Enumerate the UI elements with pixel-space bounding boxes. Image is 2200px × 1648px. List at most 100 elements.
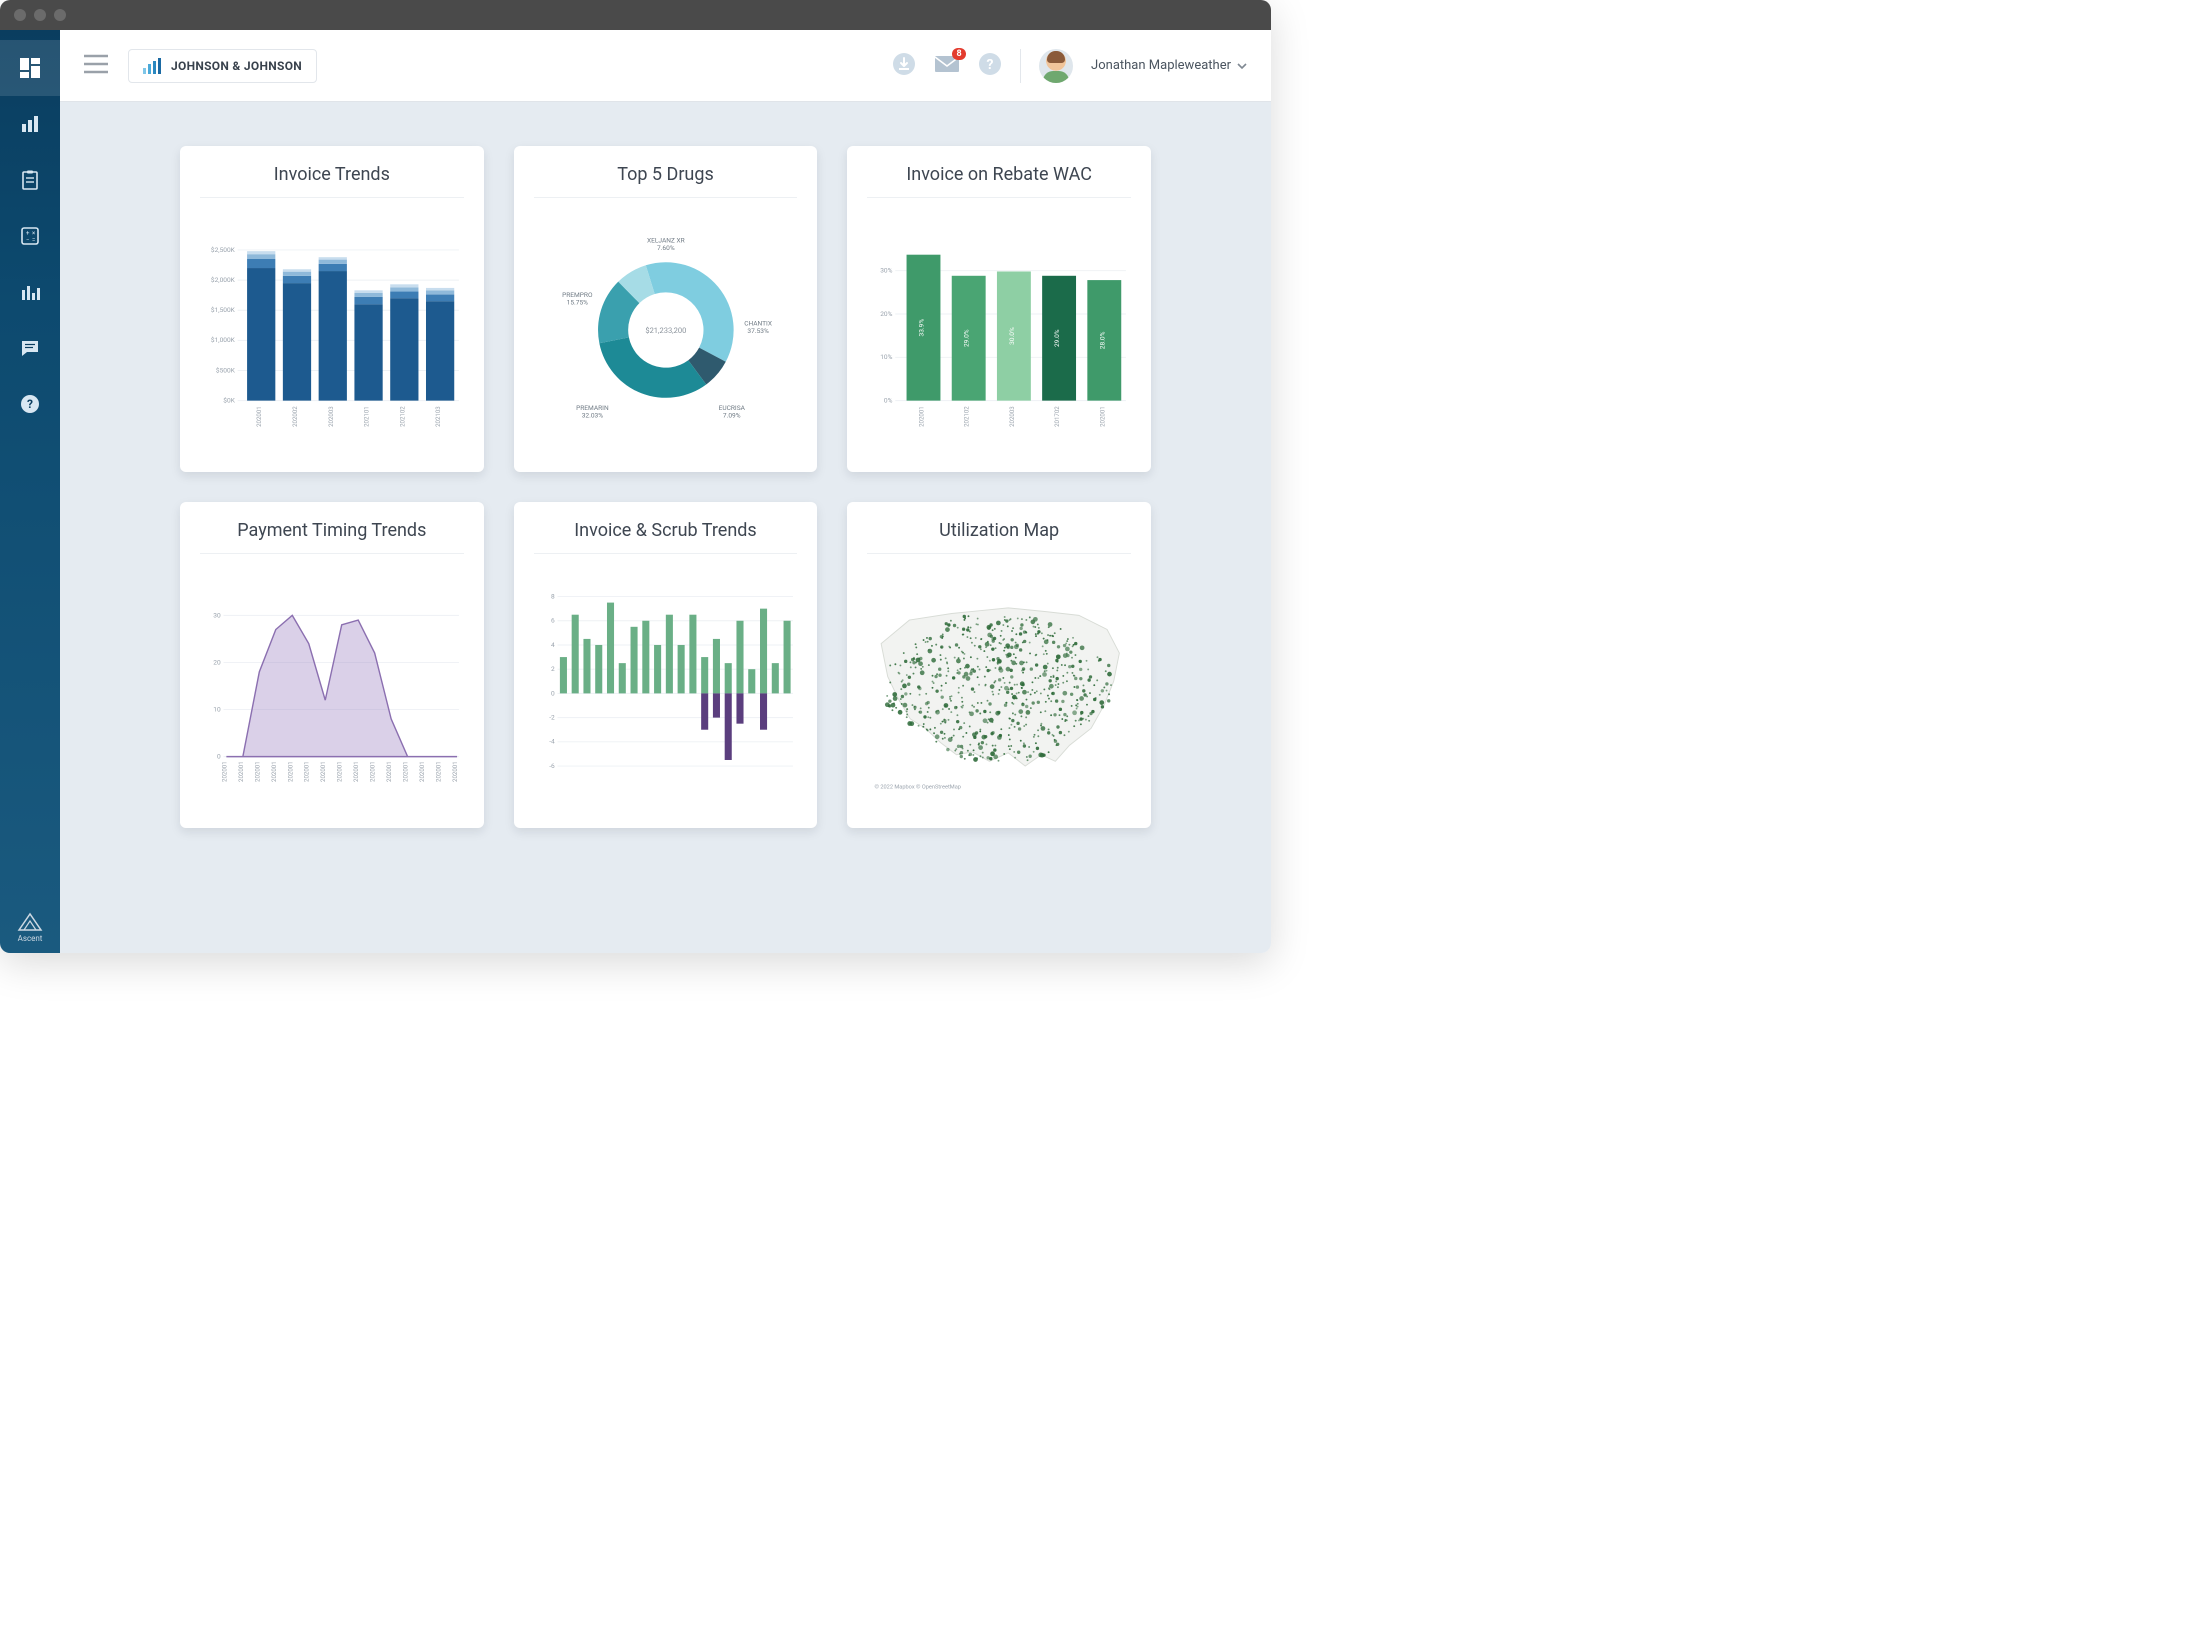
svg-text:7.60%: 7.60% [657,244,675,252]
window-close-dot[interactable] [14,9,26,21]
sidebar-item-reports[interactable] [0,96,60,152]
chevron-down-icon [1237,62,1247,70]
svg-text:© 2022 Mapbox © OpenStreetMap: © 2022 Mapbox © OpenStreetMap [875,784,961,791]
svg-text:$1,000K: $1,000K [211,336,236,344]
card-title: Invoice on Rebate WAC [867,164,1131,198]
svg-text:0: 0 [217,753,221,761]
card-title: Utilization Map [867,520,1131,554]
user-menu[interactable]: Jonathan Mapleweather [1091,58,1247,73]
svg-text:28.0%: 28.0% [1099,331,1107,349]
card-top-drugs[interactable]: Top 5 Drugs $21,233,200 CHANTIX37.53%EUC… [514,146,818,472]
svg-text:202102: 202102 [399,406,406,427]
svg-text:-4: -4 [549,738,555,746]
sidebar-item-dashboard[interactable] [0,40,60,96]
svg-text:202101: 202101 [364,406,371,427]
download-button[interactable] [892,52,916,80]
svg-text:-2: -2 [549,713,555,721]
svg-text:202001: 202001 [353,761,360,782]
svg-text:202001: 202001 [238,761,245,782]
card-title: Invoice Trends [200,164,464,198]
svg-text:202001: 202001 [287,761,294,782]
svg-text:30: 30 [213,611,221,619]
svg-text:=: = [32,237,35,244]
svg-text:202102: 202102 [964,406,971,427]
card-utilization-map[interactable]: Utilization Map © 2022 Mapbox © OpenStre… [847,502,1151,828]
svg-text:6: 6 [551,617,555,625]
sidebar-item-calculator[interactable]: + × − = [0,208,60,264]
svg-text:+: + [26,230,30,237]
window-titlebar [0,0,1271,30]
avatar[interactable] [1039,49,1073,83]
svg-text:$21,233,200: $21,233,200 [645,326,686,335]
chat-icon [20,338,40,358]
svg-text:?: ? [27,397,33,411]
svg-text:0%: 0% [884,397,893,405]
svg-text:32.03%: 32.03% [581,412,603,420]
menu-toggle-button[interactable] [84,54,108,78]
svg-text:15.75%: 15.75% [566,299,588,307]
svg-text:202001: 202001 [452,761,459,782]
card-title: Top 5 Drugs [534,164,798,198]
svg-text:202001: 202001 [254,761,261,782]
card-title: Invoice & Scrub Trends [534,520,798,554]
svg-text:-6: -6 [549,762,555,770]
brand-logo: Ascent [17,912,43,943]
svg-text:202001: 202001 [320,761,327,782]
svg-text:30.0%: 30.0% [1008,327,1016,345]
card-title: Payment Timing Trends [200,520,464,554]
card-rebate-wac[interactable]: Invoice on Rebate WAC 0% 10% [847,146,1151,472]
notifications-button[interactable]: 8 [934,54,960,78]
help-button[interactable]: ? [978,52,1002,80]
svg-text:202001: 202001 [337,761,344,782]
svg-text:202002: 202002 [292,406,299,427]
svg-text:7.09%: 7.09% [723,412,741,420]
company-label: JOHNSON & JOHNSON [171,59,302,73]
svg-text:29.0%: 29.0% [1053,329,1061,347]
sidebar-item-clipboard[interactable] [0,152,60,208]
card-invoice-scrub[interactable]: Invoice & Scrub Trends -6-4-202468 [514,502,818,828]
card-invoice-trends[interactable]: Invoice Trends [180,146,484,472]
analytics-icon [20,282,40,302]
svg-text:202001: 202001 [403,761,410,782]
dashboard-content: Invoice Trends [60,102,1271,953]
window-min-dot[interactable] [34,9,46,21]
svg-text:2: 2 [551,665,555,673]
chart-invoice-scrub: -6-4-202468 [534,564,798,808]
help-icon: ? [20,394,40,414]
svg-text:202001: 202001 [271,761,278,782]
chart-invoice-trends: $0K $500K $1,000K $1,500K $2,000K $2,500… [200,208,464,452]
svg-text:202001: 202001 [304,761,311,782]
svg-text:201702: 201702 [1054,406,1061,427]
chart-rebate-wac: 0% 10% 20% 30% 33.9%29.0%30.0%29.0%28.0%… [867,208,1131,452]
svg-text:$2,500K: $2,500K [211,246,236,254]
chart-payment-timing: 0 10 20 30 20200120200120200120200120200… [200,564,464,808]
svg-text:29.0%: 29.0% [963,329,971,347]
sidebar-item-messages[interactable] [0,320,60,376]
svg-text:20: 20 [213,658,221,666]
svg-text:$2,000K: $2,000K [211,276,236,284]
svg-text:202001: 202001 [370,761,377,782]
svg-text:202003: 202003 [328,406,335,427]
svg-text:202001: 202001 [919,406,926,427]
card-payment-timing[interactable]: Payment Timing Trends 0 10 [180,502,484,828]
chart-utilization-map: © 2022 Mapbox © OpenStreetMap [867,564,1131,808]
sidebar: + × − = [0,30,60,953]
sidebar-item-analytics[interactable] [0,264,60,320]
svg-text:202001: 202001 [256,406,263,427]
user-name-label: Jonathan Mapleweather [1091,58,1231,73]
mountain-icon [17,912,43,932]
bars-icon [143,58,161,74]
dashboard-icon [20,58,40,78]
question-icon: ? [978,52,1002,76]
svg-text:$500K: $500K [216,366,236,374]
company-selector[interactable]: JOHNSON & JOHNSON [128,49,317,83]
svg-text:202001: 202001 [1100,406,1107,427]
sidebar-item-help[interactable]: ? [0,376,60,432]
clipboard-icon [20,170,40,190]
svg-text:202001: 202001 [419,761,426,782]
window-max-dot[interactable] [54,9,66,21]
svg-text:$1,500K: $1,500K [211,306,236,314]
download-icon [892,52,916,76]
svg-text:?: ? [987,57,994,73]
svg-text:20%: 20% [881,310,893,318]
